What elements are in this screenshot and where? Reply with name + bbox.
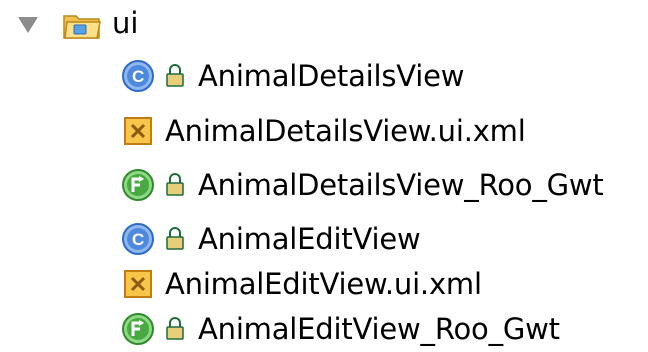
tree-item-label: AnimalDetailsView.ui.xml <box>165 114 526 148</box>
lock-icon <box>166 173 184 196</box>
tree-item-label: AnimalEditView <box>198 222 421 256</box>
tree-root-ui[interactable]: ui <box>0 2 200 48</box>
xml-file-icon <box>124 270 152 298</box>
tree-item-animaleditview[interactable]: C AnimalEditView <box>120 216 421 262</box>
lock-icon <box>166 227 184 250</box>
aspect-icon <box>122 169 154 201</box>
class-icon: C <box>122 60 154 92</box>
tree-item-animaleditview-roo-gwt[interactable]: AnimalEditView_Roo_Gwt <box>120 306 560 352</box>
tree-item-animaleditview-ui-xml[interactable]: AnimalEditView.ui.xml <box>120 261 482 307</box>
tree-item-label: AnimalEditView.ui.xml <box>165 267 482 301</box>
tree-item-label: AnimalDetailsView_Roo_Gwt <box>198 168 604 202</box>
aspect-icon <box>122 313 154 345</box>
chevron-down-icon[interactable] <box>16 14 40 36</box>
xml-file-icon <box>124 117 152 145</box>
class-icon: C <box>122 223 154 255</box>
tree-item-label: AnimalEditView_Roo_Gwt <box>198 312 560 346</box>
lock-icon <box>166 317 184 340</box>
lock-icon <box>166 64 184 87</box>
tree-item-label: AnimalDetailsView <box>198 59 465 93</box>
package-folder-icon <box>63 15 101 39</box>
tree-root-label: ui <box>112 6 139 40</box>
svg-text:C: C <box>132 67 144 86</box>
tree-item-animaldetailsview[interactable]: C AnimalDetailsView <box>120 53 465 99</box>
tree-item-animaldetailsview-roo-gwt[interactable]: AnimalDetailsView_Roo_Gwt <box>120 162 604 208</box>
tree-item-animaldetailsview-ui-xml[interactable]: AnimalDetailsView.ui.xml <box>120 108 526 154</box>
svg-text:C: C <box>132 230 144 249</box>
project-tree: ui C AnimalDetailsView AnimalDetailsView… <box>0 0 648 352</box>
